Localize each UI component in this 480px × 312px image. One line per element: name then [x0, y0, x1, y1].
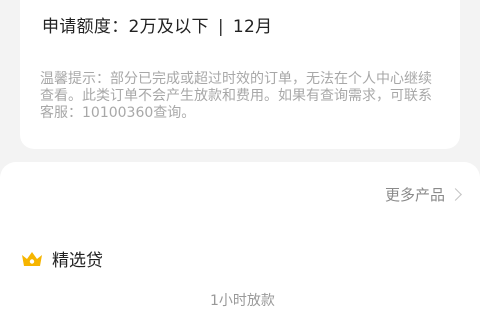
chevron-right-icon — [449, 188, 462, 201]
more-products-label: 更多产品 — [384, 186, 445, 204]
partial-hint: 1小时放款 — [210, 293, 275, 309]
application-card: 申请额度：2万及以下 | 12月 温馨提示：部分已完成或超过时效的订单，无法在个人中… — [20, 0, 460, 149]
section-header: 精选贷 — [20, 246, 103, 271]
term-label: 12月 — [232, 17, 273, 37]
amount-row: 申请额度：2万及以下 | 12月 — [42, 12, 272, 37]
crown-icon — [22, 251, 42, 266]
amount-label: 申请额度：2万及以下 — [42, 17, 209, 37]
section-title: 精选贷 — [52, 251, 103, 271]
more-products-link[interactable]: 更多产品 — [384, 184, 462, 205]
products-card: 更多产品 精选贷 1小时放款 — [0, 162, 480, 312]
separator: | — [217, 17, 224, 37]
notice-text: 温馨提示：部分已完成或超过时效的订单，无法在个人中心继续查看。此类订单不会产生放… — [40, 71, 432, 121]
